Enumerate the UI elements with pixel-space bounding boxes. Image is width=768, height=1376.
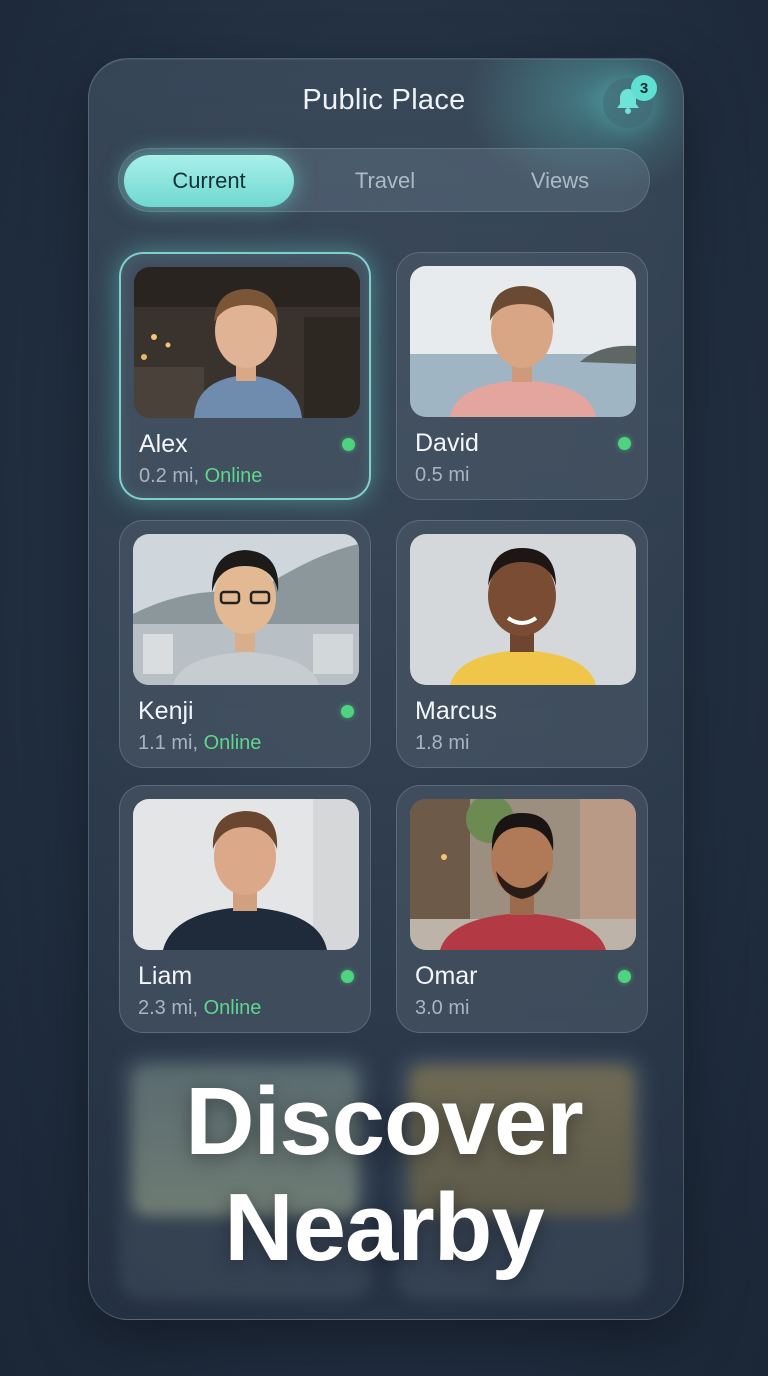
online-indicator [618, 970, 631, 983]
profile-card[interactable]: Omar 3.0 mi [396, 785, 648, 1033]
profile-photo [410, 266, 636, 417]
profile-distance: 0.5 mi [415, 464, 470, 486]
profile-name: Omar [415, 962, 478, 990]
online-indicator [618, 437, 631, 450]
profile-status: Online [203, 732, 262, 754]
profile-distance: 1.1 mi [138, 732, 193, 754]
profile-name: David [415, 429, 479, 457]
profile-name: Kenji [138, 697, 194, 725]
tab-travel[interactable]: Travel [302, 155, 468, 207]
profile-meta: 1.1 mi, Online [138, 732, 262, 754]
profile-photo [133, 799, 359, 950]
profile-distance: 3.0 mi [415, 997, 470, 1019]
profile-distance: 0.2 mi [139, 465, 194, 487]
profile-card[interactable]: Marcus 1.8 mi [396, 520, 648, 768]
profile-card[interactable]: David 0.5 mi [396, 252, 648, 500]
profile-photo [134, 267, 360, 418]
notification-badge: 3 [631, 75, 657, 101]
profile-card[interactable]: Kenji 1.1 mi, Online [119, 520, 371, 768]
online-indicator [342, 438, 355, 451]
tab-bar: Current Travel Views [118, 148, 650, 212]
profile-name: Liam [138, 962, 193, 990]
profile-photo [410, 799, 636, 950]
profile-status: Online [203, 997, 262, 1019]
profile-meta: 0.5 mi [415, 464, 469, 487]
profile-name: Alex [139, 430, 188, 458]
tab-current[interactable]: Current [124, 155, 294, 207]
promo-headline-line1: Discover [185, 1068, 584, 1175]
profile-meta: 1.8 mi [415, 732, 469, 755]
profile-distance: 2.3 mi [138, 997, 193, 1019]
profile-photo [133, 534, 359, 685]
profile-meta: 0.2 mi, Online [139, 465, 263, 487]
profile-status: Online [204, 465, 263, 487]
profile-card[interactable]: Alex 0.2 mi, Online [119, 252, 371, 500]
online-indicator [341, 970, 354, 983]
online-indicator [341, 705, 354, 718]
profile-card[interactable]: Liam 2.3 mi, Online [119, 785, 371, 1033]
tab-views[interactable]: Views [476, 155, 644, 207]
profile-name: Marcus [415, 697, 497, 725]
profile-photo [410, 534, 636, 685]
profile-meta: 3.0 mi [415, 997, 469, 1020]
promo-headline-line2: Nearby [224, 1174, 545, 1281]
profile-distance: 1.8 mi [415, 732, 470, 754]
profile-meta: 2.3 mi, Online [138, 997, 262, 1019]
